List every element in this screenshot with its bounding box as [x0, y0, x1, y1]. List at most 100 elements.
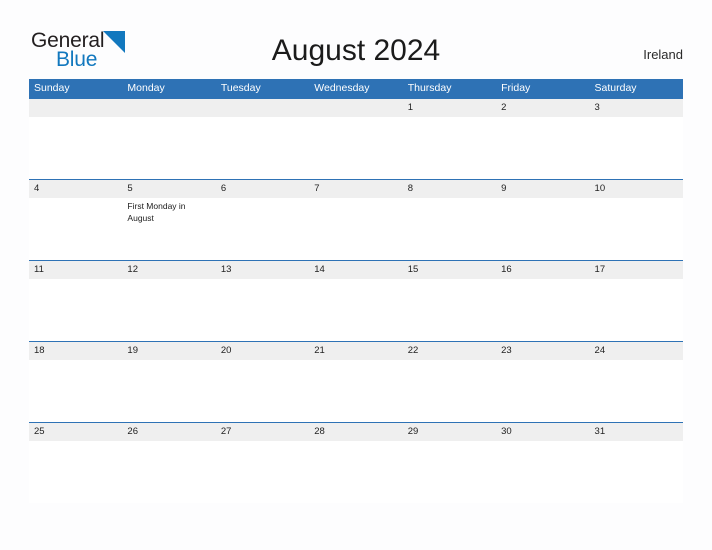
- day-number-band: 12: [122, 260, 216, 279]
- day-number-band: 22: [402, 341, 497, 360]
- day-events: [403, 441, 496, 444]
- weekday-header-wednesday: Wednesday: [314, 82, 370, 94]
- day-cell-15[interactable]: 15: [402, 260, 497, 341]
- day-cell-7[interactable]: 7: [309, 179, 403, 260]
- calendar-week-row: 11 12 13 14 15 16 17: [29, 260, 683, 341]
- day-number: 18: [34, 345, 45, 356]
- day-events: [216, 360, 309, 363]
- day-events: [309, 117, 402, 120]
- day-events: [122, 117, 215, 120]
- day-number-band: 23: [496, 341, 590, 360]
- day-cell-empty[interactable]: [215, 98, 310, 179]
- day-cell-10[interactable]: 10: [589, 179, 683, 260]
- day-events: [29, 198, 122, 201]
- day-number: 5: [127, 183, 133, 194]
- day-cell-13[interactable]: 13: [215, 260, 310, 341]
- day-events: [122, 441, 215, 444]
- weekday-header-friday: Friday: [501, 82, 531, 94]
- day-cell-23[interactable]: 23: [496, 341, 590, 422]
- day-cell-empty[interactable]: [122, 98, 216, 179]
- day-cell-empty[interactable]: [309, 98, 403, 179]
- day-cell-11[interactable]: 11: [29, 260, 123, 341]
- day-number: 10: [594, 183, 606, 194]
- day-number-band: 29: [402, 422, 497, 441]
- day-number: 22: [407, 345, 419, 356]
- weekday-header-saturday: Saturday: [594, 82, 637, 94]
- day-cell-26[interactable]: 26: [122, 422, 216, 503]
- day-events: [29, 360, 122, 363]
- day-number-band: 18: [29, 341, 123, 360]
- day-cell-29[interactable]: 29: [402, 422, 497, 503]
- day-cell-18[interactable]: 18: [29, 341, 123, 422]
- day-cell-5[interactable]: 5 First Monday in August: [122, 179, 216, 260]
- day-number-band: 6: [215, 179, 310, 198]
- day-number-band: 19: [122, 341, 216, 360]
- day-number: 3: [594, 102, 600, 113]
- day-cell-9[interactable]: 9: [496, 179, 590, 260]
- day-cell-27[interactable]: 27: [215, 422, 310, 503]
- calendar-grid: Sunday Monday Tuesday Wednesday Thursday Frid…: [29, 79, 683, 503]
- weekday-header-tuesday: Tuesday: [220, 82, 261, 94]
- weekday-header-row: Sunday Monday Tuesday Wednesday Thursday Frid…: [29, 79, 683, 98]
- day-number-band: 11: [29, 260, 123, 279]
- day-events: [309, 441, 402, 444]
- day-events: [496, 198, 589, 201]
- day-number-band: [309, 98, 403, 117]
- day-events: [216, 117, 309, 120]
- day-cell-24[interactable]: 24: [589, 341, 683, 422]
- day-cell-20[interactable]: 20: [215, 341, 310, 422]
- day-events: [309, 279, 402, 282]
- day-number: 26: [127, 426, 138, 437]
- day-number-band: 31: [589, 422, 683, 441]
- day-events: [590, 441, 683, 444]
- day-cell-31[interactable]: 31: [589, 422, 683, 503]
- day-number: 23: [501, 345, 512, 356]
- day-events: [590, 117, 683, 120]
- day-number-band: 2: [496, 98, 590, 117]
- day-number: 4: [34, 183, 40, 194]
- day-number: 25: [34, 426, 45, 437]
- day-events: [309, 360, 402, 363]
- day-number: 29: [407, 426, 419, 437]
- day-number-band: 28: [309, 422, 403, 441]
- day-number-band: 3: [589, 98, 683, 117]
- day-cell-17[interactable]: 17: [589, 260, 683, 341]
- day-cell-19[interactable]: 19: [122, 341, 216, 422]
- day-number-band: 17: [589, 260, 683, 279]
- day-cell-2[interactable]: 2: [496, 98, 590, 179]
- day-number-band: 7: [309, 179, 403, 198]
- day-number-band: 13: [215, 260, 310, 279]
- day-cell-8[interactable]: 8: [402, 179, 497, 260]
- calendar-week-row: 18 19 20 21 22 23 24: [29, 341, 683, 422]
- day-events: [496, 441, 589, 444]
- day-number: 17: [594, 264, 606, 275]
- day-cell-14[interactable]: 14: [309, 260, 403, 341]
- day-cell-4[interactable]: 4: [29, 179, 123, 260]
- day-number-band: 8: [402, 179, 497, 198]
- day-cell-16[interactable]: 16: [496, 260, 590, 341]
- day-number: 16: [501, 264, 512, 275]
- day-number-band: 16: [496, 260, 590, 279]
- day-number: 20: [220, 345, 232, 356]
- day-cell-6[interactable]: 6: [215, 179, 310, 260]
- day-cell-12[interactable]: 12: [122, 260, 216, 341]
- day-number-band: 24: [589, 341, 683, 360]
- day-cell-21[interactable]: 21: [309, 341, 403, 422]
- day-cell-30[interactable]: 30: [496, 422, 590, 503]
- day-cell-empty[interactable]: [29, 98, 123, 179]
- day-cell-28[interactable]: 28: [309, 422, 403, 503]
- day-cell-25[interactable]: 25: [29, 422, 123, 503]
- day-cell-1[interactable]: 1: [402, 98, 497, 179]
- day-cell-22[interactable]: 22: [402, 341, 497, 422]
- day-number-band: 10: [589, 179, 683, 198]
- day-number: 15: [407, 264, 419, 275]
- day-number-band: 20: [215, 341, 310, 360]
- day-events: [122, 360, 215, 363]
- day-events: [403, 198, 496, 201]
- event-label[interactable]: First Monday in August: [127, 201, 209, 224]
- day-number-band: [215, 98, 310, 117]
- day-number: 14: [314, 264, 325, 275]
- day-number: 13: [220, 264, 232, 275]
- day-number: 12: [127, 264, 138, 275]
- day-cell-3[interactable]: 3: [589, 98, 683, 179]
